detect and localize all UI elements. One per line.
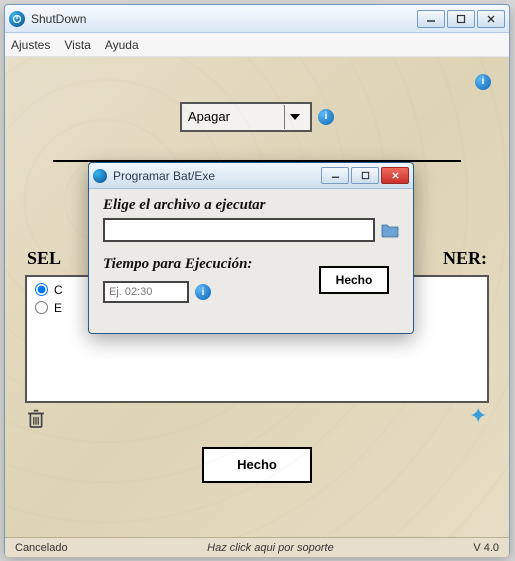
dialog-programar: Programar Bat/Exe Elige el archivo a eje… [88, 162, 414, 334]
file-label: Elige el archivo a ejecutar [103, 197, 399, 214]
plus-icon[interactable]: ✦ [469, 409, 487, 427]
titlebar[interactable]: ShutDown [5, 5, 509, 33]
folder-icon[interactable] [381, 222, 399, 238]
done-button[interactable]: Hecho [202, 447, 312, 483]
time-label: Tiempo para Ejecución: [103, 256, 252, 273]
trash-icon[interactable] [27, 409, 45, 427]
maximize-button[interactable] [447, 10, 475, 28]
file-input[interactable] [103, 218, 375, 242]
dialog-minimize-button[interactable] [321, 167, 349, 184]
menubar: Ajustes Vista Ayuda [5, 33, 509, 57]
dialog-title: Programar Bat/Exe [113, 169, 321, 183]
status-left: Cancelado [15, 542, 68, 554]
dialog-close-button[interactable] [381, 167, 409, 184]
status-center[interactable]: Haz click aqui por soporte [207, 542, 334, 554]
menu-view[interactable]: Vista [64, 38, 90, 52]
help-icon[interactable]: i [475, 74, 491, 90]
dialog-icon [93, 169, 107, 183]
select-label-left: SEL [23, 248, 65, 269]
status-right: V 4.0 [473, 542, 499, 554]
menu-settings[interactable]: Ajustes [11, 38, 50, 52]
window-title: ShutDown [31, 12, 417, 26]
dialog-done-button[interactable]: Hecho [319, 266, 389, 294]
time-input[interactable] [103, 281, 189, 303]
app-icon [9, 11, 25, 27]
action-select-value: Apagar [188, 109, 230, 124]
radio-label-2: E [54, 301, 62, 315]
minimize-button[interactable] [417, 10, 445, 28]
radio-input-2[interactable] [35, 301, 48, 314]
menu-help[interactable]: Ayuda [105, 38, 139, 52]
help-icon[interactable]: i [318, 109, 334, 125]
select-label-right: NER: [439, 248, 491, 269]
radio-label-1: C [54, 283, 63, 297]
help-icon[interactable]: i [195, 284, 211, 300]
action-select[interactable]: Apagar [180, 102, 312, 132]
dialog-titlebar[interactable]: Programar Bat/Exe [89, 163, 413, 189]
statusbar: Cancelado Haz click aqui por soporte V 4… [5, 537, 509, 557]
chevron-down-icon [284, 105, 304, 129]
dialog-maximize-button[interactable] [351, 167, 379, 184]
close-button[interactable] [477, 10, 505, 28]
radio-input-1[interactable] [35, 283, 48, 296]
